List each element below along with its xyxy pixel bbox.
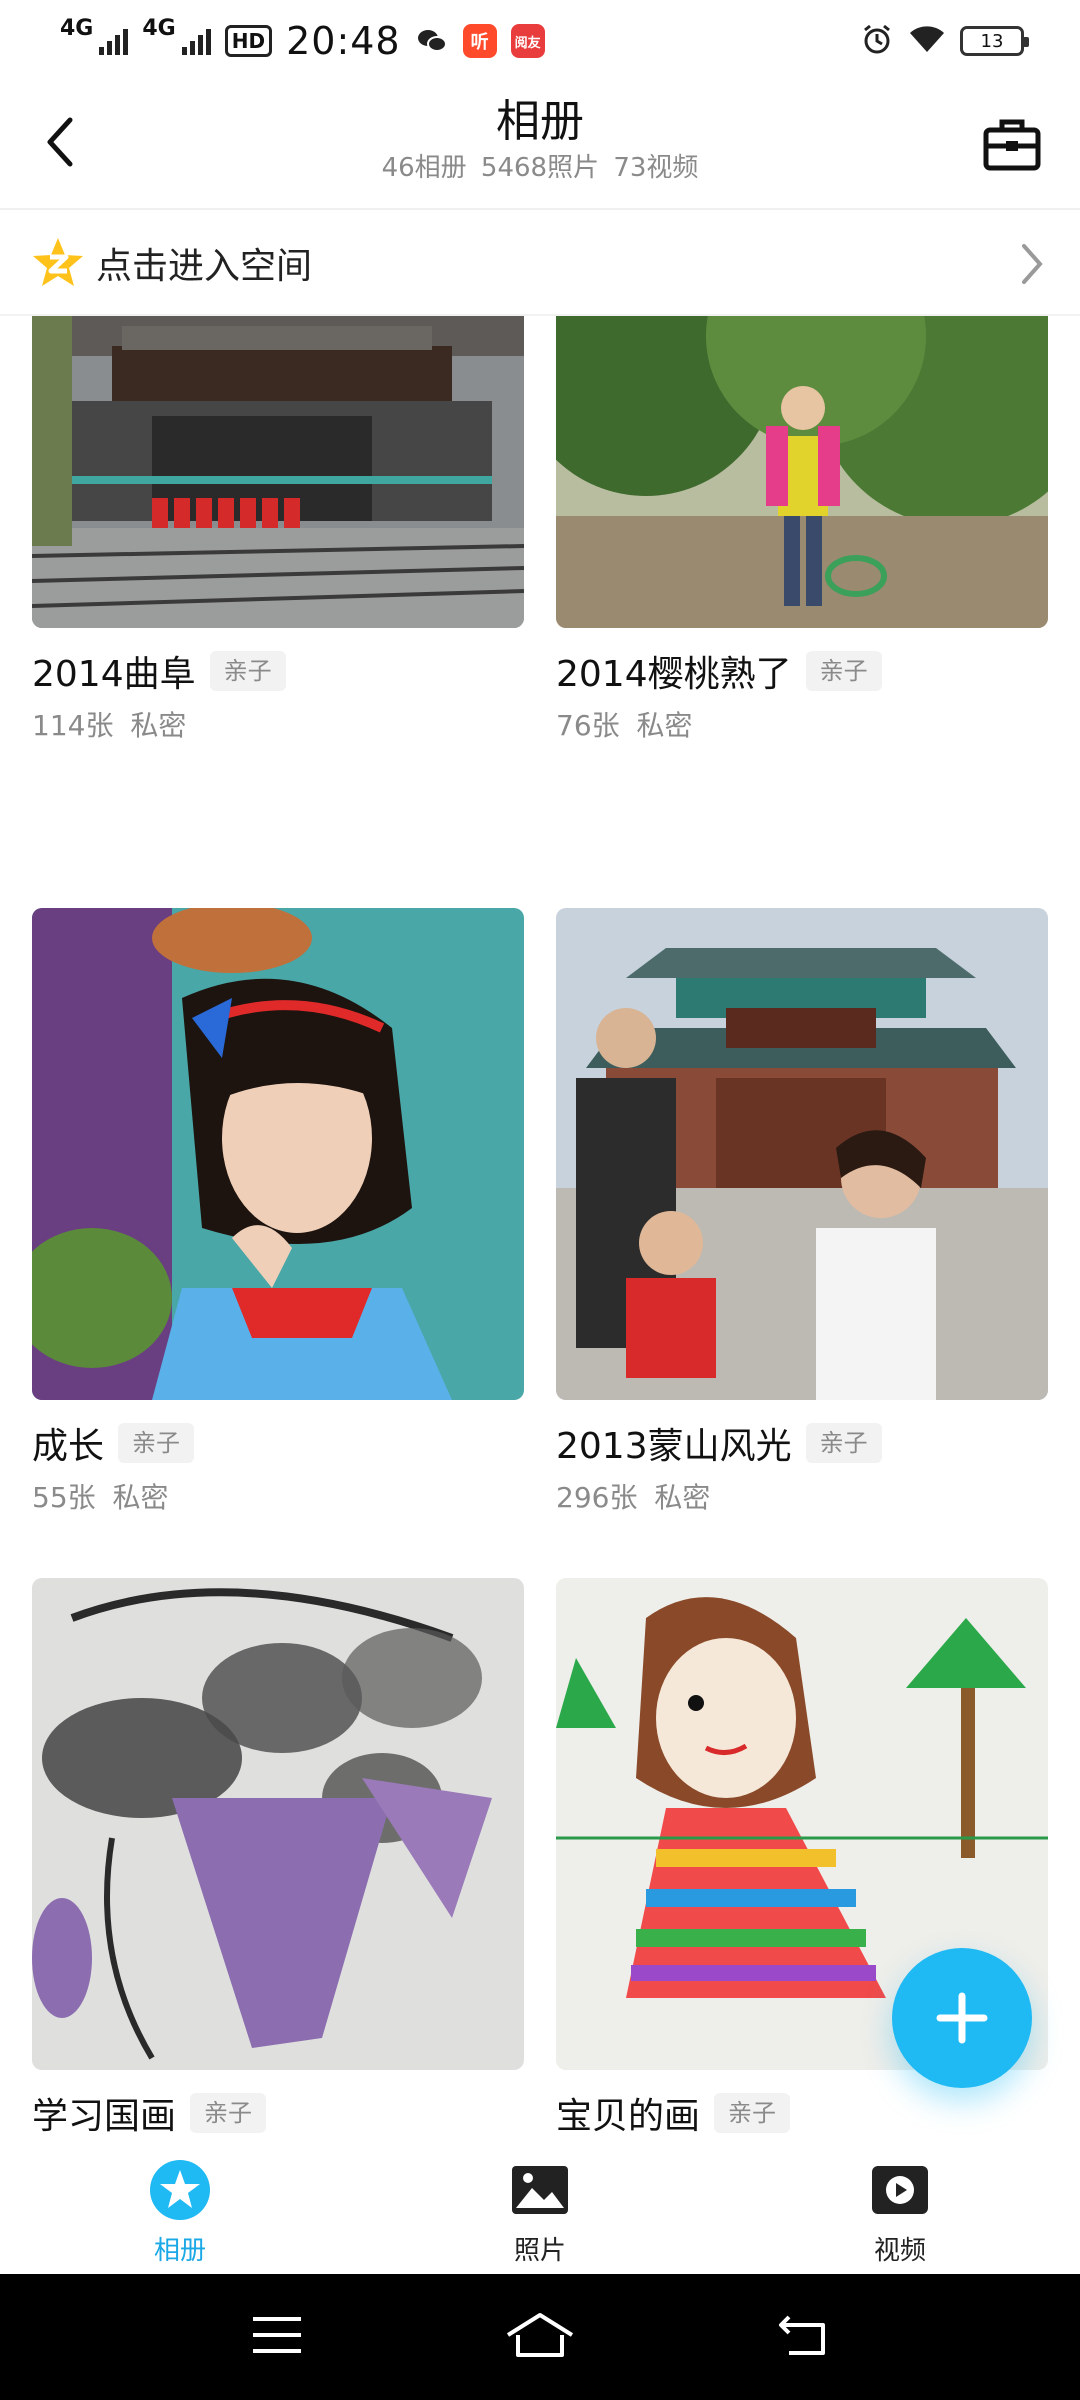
album-tag: 亲子 — [190, 2093, 267, 2133]
system-nav-bar — [0, 2274, 1080, 2400]
page-title: 相册 — [496, 96, 584, 147]
album-tag: 亲子 — [805, 1423, 882, 1463]
menu-button[interactable] — [249, 2311, 305, 2363]
album-cover[interactable] — [556, 316, 1048, 628]
toolbox-button[interactable] — [974, 106, 1050, 182]
tab-albums[interactable]: 相册 — [0, 2146, 360, 2274]
album-tag: 亲子 — [209, 651, 286, 691]
header: 相册 46相册 5468照片 73视频 — [0, 82, 1080, 210]
add-album-button[interactable] — [892, 1948, 1032, 2088]
album-tag: 亲子 — [805, 651, 882, 691]
album-title-row: 宝贝的画 亲子 — [556, 2088, 1048, 2138]
album-cover[interactable] — [556, 908, 1048, 1400]
back-icon — [779, 2315, 826, 2355]
chevron-right-icon — [1022, 244, 1043, 284]
album-name: 2013蒙山风光 — [556, 1426, 792, 1467]
album-name: 2014曲阜 — [32, 654, 196, 695]
album-card[interactable]: 成长 亲子 55张 私密 — [32, 908, 524, 1516]
album-meta: 296张 私密 — [556, 1481, 711, 1514]
yueyou-app-icon: 阅友 — [510, 24, 545, 58]
tab-label: 视频 — [873, 2236, 926, 2266]
album-card[interactable]: 学习国画 亲子 — [32, 1578, 524, 2138]
qzone-star-icon — [33, 238, 83, 286]
tab-label: 相册 — [153, 2236, 206, 2266]
album-meta: 76张 私密 — [556, 709, 693, 742]
back-system-button[interactable] — [775, 2311, 831, 2363]
tab-photos[interactable]: 照片 — [360, 2146, 720, 2274]
network-type-2: 4G — [142, 16, 176, 41]
wechat-icon — [415, 24, 449, 58]
album-name: 宝贝的画 — [556, 2096, 701, 2137]
toolbox-icon — [983, 119, 1041, 171]
network-type-1: 4G — [60, 16, 94, 41]
battery-indicator: 13 — [960, 26, 1029, 56]
enter-space-bar[interactable]: 点击进入空间 — [0, 212, 1080, 316]
enter-space-label: 点击进入空间 — [96, 246, 313, 287]
photo-icon — [512, 2166, 568, 2214]
album-card[interactable]: 2014樱桃熟了 亲子 76张 私密 — [556, 316, 1048, 744]
bottom-nav: 相册 照片 视频 — [0, 2146, 1080, 2274]
album-title-row: 2014曲阜 亲子 — [32, 646, 524, 696]
album-cover[interactable] — [32, 1578, 524, 2070]
album-card[interactable]: 2013蒙山风光 亲子 296张 私密 — [556, 908, 1048, 1516]
album-cover[interactable] — [32, 908, 524, 1400]
hd-badge: HD — [224, 25, 273, 57]
menu-icon — [252, 2317, 301, 2353]
album-name: 2014樱桃熟了 — [556, 654, 792, 695]
album-title-row: 学习国画 亲子 — [32, 2088, 524, 2138]
signal-sim2: 4G — [142, 16, 211, 55]
title-wrap: 相册 46相册 5468照片 73视频 — [0, 94, 1080, 186]
album-title-row: 2014樱桃熟了 亲子 — [556, 646, 1048, 696]
signal-bars-icon — [181, 27, 211, 55]
album-meta: 55张 私密 — [32, 1481, 169, 1514]
status-bar: 4G 4G HD 20:48 听 阅友 13 — [0, 0, 1080, 82]
home-icon — [506, 2313, 574, 2357]
signal-bars-icon — [99, 27, 129, 55]
video-play-icon — [872, 2166, 928, 2214]
album-summary: 46相册 5468照片 73视频 — [381, 153, 699, 183]
ting-app-icon: 听 — [462, 24, 497, 58]
alarm-icon — [860, 22, 894, 60]
home-button[interactable] — [502, 2309, 578, 2365]
signal-sim1: 4G — [60, 16, 129, 55]
album-star-icon — [150, 2160, 210, 2220]
status-left: 4G 4G HD 20:48 听 阅友 — [60, 16, 545, 63]
album-tag: 亲子 — [714, 2093, 791, 2133]
wifi-icon — [908, 24, 946, 58]
tab-videos[interactable]: 视频 — [720, 2146, 1080, 2274]
album-meta: 114张 私密 — [32, 709, 187, 742]
album-card[interactable]: 2014曲阜 亲子 114张 私密 — [32, 316, 524, 744]
album-title-row: 成长 亲子 — [32, 1418, 524, 1468]
album-name: 成长 — [32, 1426, 105, 1467]
album-grid: 2014曲阜 亲子 114张 私密 2014樱桃熟了 亲子 76张 私密 成长 … — [32, 316, 1048, 2146]
album-title-row: 2013蒙山风光 亲子 — [556, 1418, 1048, 1468]
album-tag: 亲子 — [118, 1423, 195, 1463]
album-cover[interactable] — [32, 316, 524, 628]
tab-label: 照片 — [513, 2236, 566, 2266]
status-right: 13 — [860, 22, 1029, 60]
plus-icon — [936, 1992, 988, 2044]
album-name: 学习国画 — [32, 2096, 177, 2137]
clock: 20:48 — [286, 19, 401, 63]
